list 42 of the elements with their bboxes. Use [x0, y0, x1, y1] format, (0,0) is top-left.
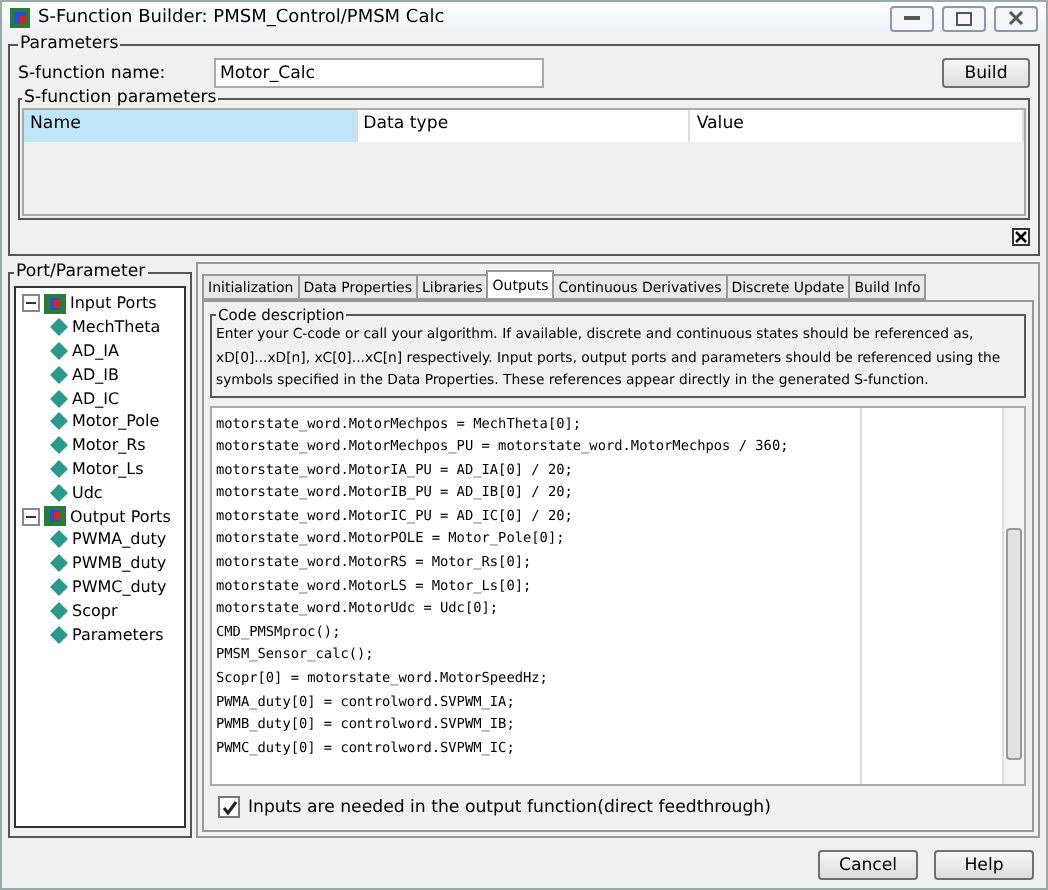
collapse-icon[interactable] [22, 294, 40, 313]
tree-item[interactable]: Motor_Ls [72, 459, 144, 478]
cancel-button[interactable]: Cancel [818, 850, 918, 880]
port-block-icon [44, 506, 66, 527]
tree-item[interactable]: Scopr [72, 601, 118, 620]
app-icon [10, 8, 30, 28]
code-editor[interactable] [210, 405, 1026, 786]
maximize-button[interactable] [942, 5, 986, 31]
port-block-icon [44, 293, 66, 314]
tree-item[interactable]: Output Ports [70, 507, 171, 526]
collapse-icon[interactable] [22, 507, 40, 526]
group-title: S-function parameters [22, 88, 219, 108]
minimize-icon [904, 14, 920, 22]
tree-item[interactable]: AD_IA [72, 341, 119, 360]
window-title: S-Function Builder: PMSM_Control/PMSM Calc [38, 8, 447, 28]
help-button[interactable]: Help [934, 850, 1034, 880]
delete-icon[interactable] [1012, 228, 1030, 246]
tree-item[interactable]: AD_IB [72, 365, 119, 384]
tree-item[interactable]: PWMB_duty [72, 554, 167, 573]
close-button[interactable] [994, 5, 1038, 31]
tree-item[interactable]: MechTheta [72, 318, 161, 337]
tree-item[interactable]: Motor_Pole [72, 412, 160, 431]
field-label: S-function name: [18, 63, 168, 83]
minimize-button[interactable] [890, 5, 934, 31]
scrollbar[interactable] [1002, 407, 1024, 784]
tree-item[interactable]: AD_IC [72, 389, 120, 408]
tree-item[interactable]: Udc [72, 483, 103, 502]
tree-item[interactable]: PWMC_duty [72, 577, 167, 596]
column-header[interactable]: Data type [357, 110, 691, 142]
column-header[interactable]: Name [24, 110, 358, 142]
build-button[interactable]: Build [942, 58, 1030, 88]
group-title: Parameters [18, 34, 121, 54]
checkbox-label: Inputs are needed in the output function(direct feedthrough) [248, 797, 771, 817]
close-icon [1008, 10, 1024, 26]
group-title: Port/Parameter [14, 262, 148, 282]
maximize-icon [956, 11, 972, 25]
tree-item[interactable]: PWMA_duty [72, 530, 167, 549]
tree-item[interactable]: Motor_Rs [72, 436, 146, 455]
tree-item[interactable]: Input Ports [70, 294, 157, 313]
checkbox[interactable] [218, 796, 240, 818]
tree-item[interactable]: Parameters [72, 625, 164, 644]
name-field[interactable]: Motor_Calc [214, 58, 544, 88]
